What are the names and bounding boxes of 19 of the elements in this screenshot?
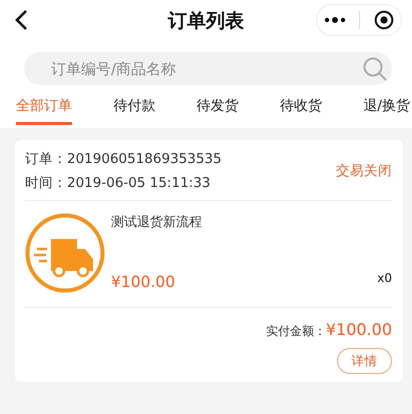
tab[interactable]: 待收货 [280,95,322,125]
tab[interactable]: 待发货 [196,95,239,125]
page-title: 订单列表 [168,9,244,34]
more-icon[interactable] [324,17,346,23]
close-icon[interactable] [374,10,394,30]
order-number: 订单：201906051869353535 [25,150,222,168]
order-time: 时间：2019-06-05 15:11:33 [25,174,212,192]
total-amount: ¥100.00 [326,320,392,339]
product-name: 测试退货新流程 [111,214,202,231]
total-label: 实付金额： [266,323,326,340]
capsule-menu[interactable] [316,4,402,36]
order-status: 交易关闭 [336,162,392,180]
search-field[interactable]: 订单编号/商品名称 [0,40,412,85]
tab[interactable]: 待付款 [113,95,156,125]
product-quantity: x0 [377,271,392,285]
back-icon[interactable] [14,9,28,31]
truck-icon [25,213,105,293]
tab[interactable]: 退/换货 [363,95,410,125]
product-price: ¥100.00 [111,273,176,291]
